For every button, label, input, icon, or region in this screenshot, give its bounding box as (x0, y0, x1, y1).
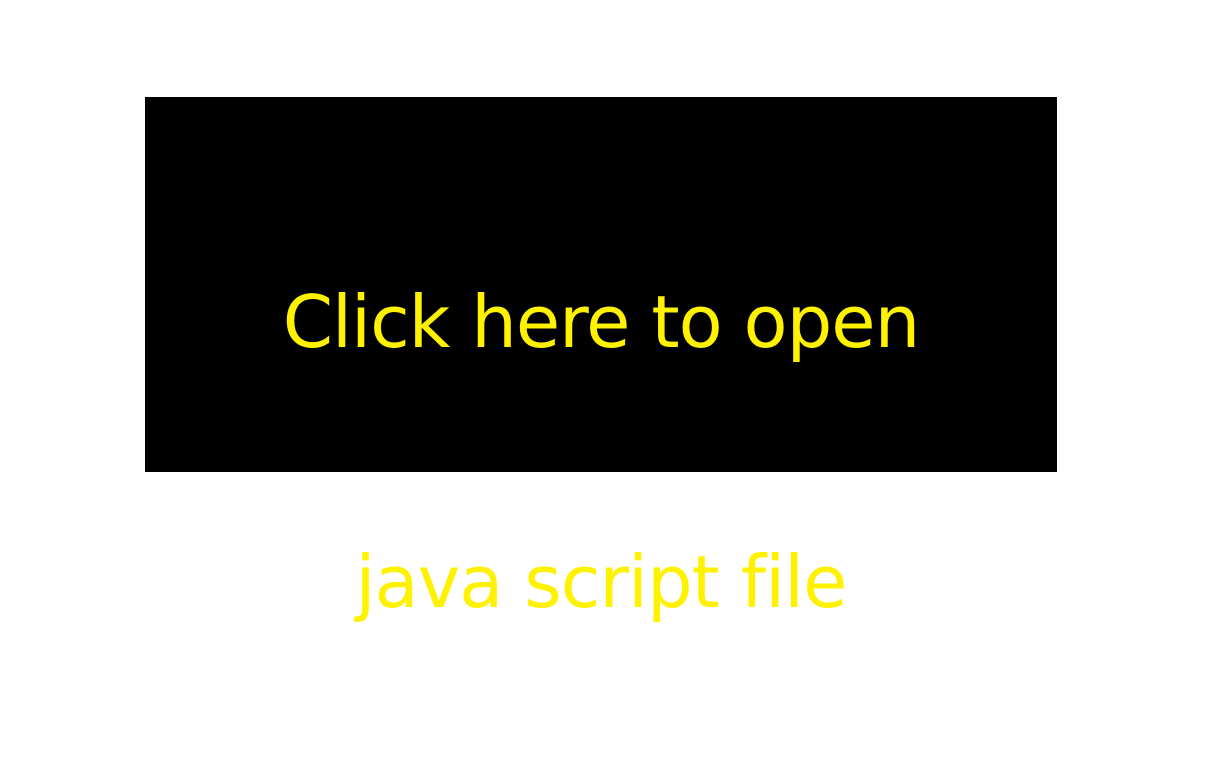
open-javascript-file-button[interactable]: Click here to open java script file (145, 97, 1057, 624)
button-label: Click here to open java script file (145, 127, 1057, 777)
button-label-line-2: java script file (355, 540, 848, 624)
button-label-line-1: Click here to open (282, 280, 920, 364)
